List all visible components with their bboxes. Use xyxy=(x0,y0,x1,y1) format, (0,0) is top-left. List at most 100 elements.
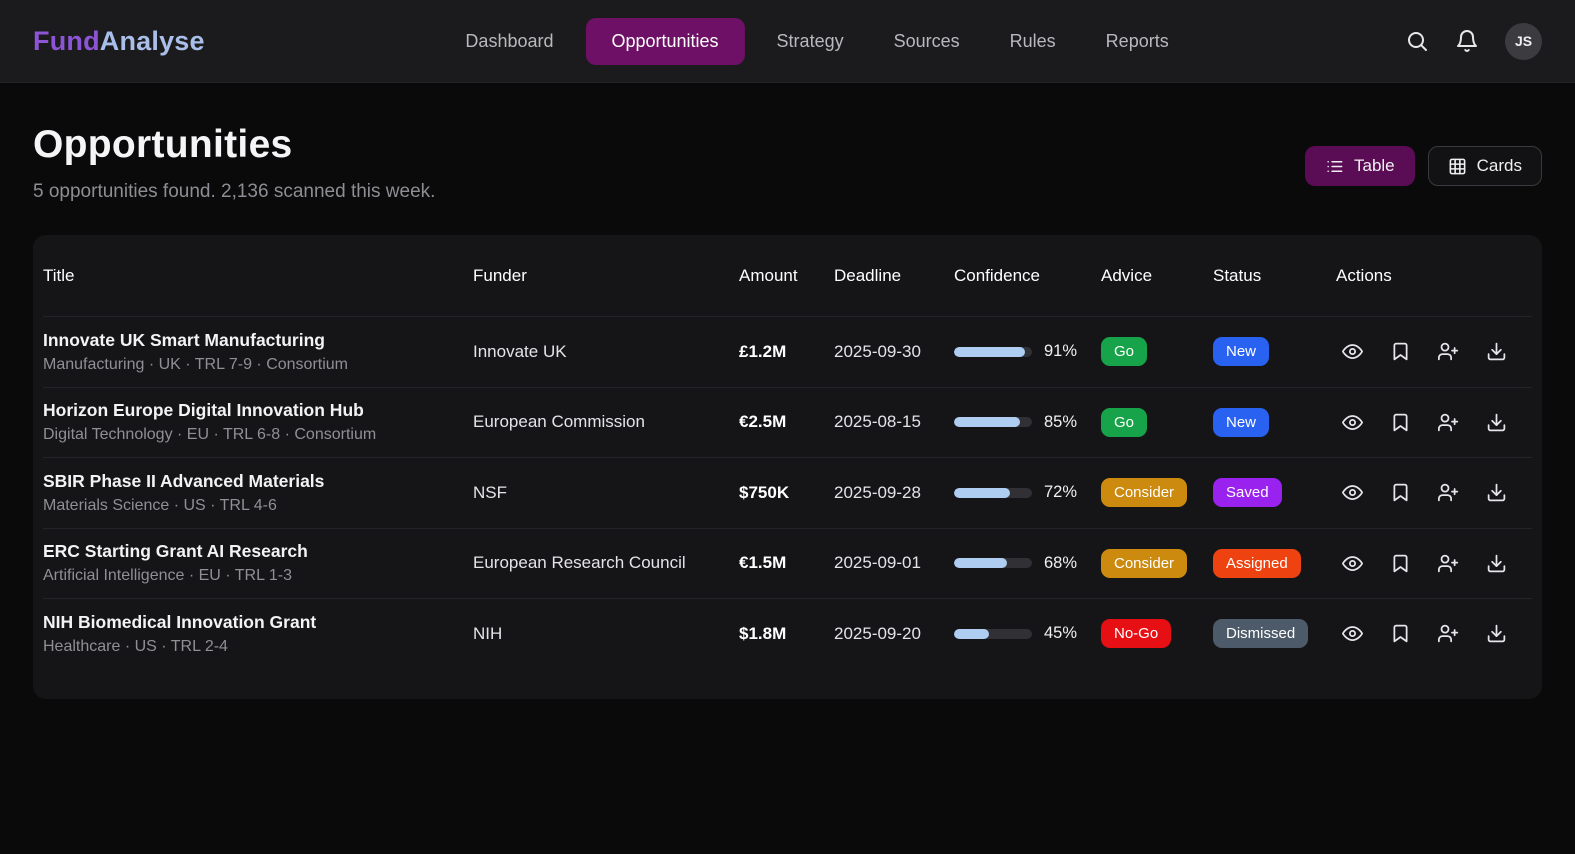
deadline-cell: 2025-09-28 xyxy=(834,483,954,503)
confidence-cell: 91% xyxy=(954,342,1101,361)
column-header-actions: Actions xyxy=(1336,266,1532,286)
download-icon[interactable] xyxy=(1486,623,1507,644)
nav-item-opportunities[interactable]: Opportunities xyxy=(585,18,744,65)
funder-cell: Innovate UK xyxy=(473,342,739,362)
confidence-bar-track xyxy=(954,347,1032,357)
amount-cell: $750K xyxy=(739,483,834,503)
eye-icon[interactable] xyxy=(1342,341,1363,362)
amount-cell: €1.5M xyxy=(739,553,834,573)
confidence-bar-track xyxy=(954,629,1032,639)
amount-cell: €2.5M xyxy=(739,412,834,432)
search-icon[interactable] xyxy=(1405,29,1429,53)
confidence-cell: 68% xyxy=(954,554,1101,573)
eye-icon[interactable] xyxy=(1342,482,1363,503)
table-row[interactable]: SBIR Phase II Advanced Materials Materia… xyxy=(43,457,1532,528)
table-row[interactable]: Horizon Europe Digital Innovation Hub Di… xyxy=(43,387,1532,458)
column-header-status: Status xyxy=(1213,266,1336,286)
page-header: Opportunities 5 opportunities found. 2,1… xyxy=(33,123,1542,203)
confidence-bar-track xyxy=(954,488,1032,498)
table-row[interactable]: ERC Starting Grant AI Research Artificia… xyxy=(43,528,1532,599)
column-header-deadline: Deadline xyxy=(834,266,954,286)
deadline-cell: 2025-08-15 xyxy=(834,412,954,432)
opportunity-title: Innovate UK Smart Manufacturing xyxy=(43,330,473,351)
nav-item-sources[interactable]: Sources xyxy=(876,19,978,64)
opportunity-meta: Manufacturing · UK · TRL 7-9 · Consortiu… xyxy=(43,356,473,374)
cards-view-button[interactable]: Cards xyxy=(1428,146,1542,186)
topbar-actions: JS xyxy=(1405,23,1542,60)
user-avatar[interactable]: JS xyxy=(1505,23,1542,60)
confidence-bar-fill xyxy=(954,417,1020,427)
download-icon[interactable] xyxy=(1486,553,1507,574)
deadline-cell: 2025-09-20 xyxy=(834,624,954,644)
table-view-label: Table xyxy=(1354,156,1395,176)
column-header-title: Title xyxy=(43,266,473,286)
confidence-bar-track xyxy=(954,417,1032,427)
user-plus-icon[interactable] xyxy=(1438,553,1459,574)
table-row[interactable]: Innovate UK Smart Manufacturing Manufact… xyxy=(43,316,1532,387)
download-icon[interactable] xyxy=(1486,412,1507,433)
table-view-button[interactable]: Table xyxy=(1305,146,1415,186)
bookmark-icon[interactable] xyxy=(1390,412,1411,433)
page-title: Opportunities xyxy=(33,123,435,167)
opportunities-table: Title Funder Amount Deadline Confidence … xyxy=(33,235,1542,699)
bookmark-icon[interactable] xyxy=(1390,341,1411,362)
funder-cell: NSF xyxy=(473,483,739,503)
nav-item-reports[interactable]: Reports xyxy=(1088,19,1187,64)
opportunity-title: SBIR Phase II Advanced Materials xyxy=(43,471,473,492)
opportunity-meta: Healthcare · US · TRL 2-4 xyxy=(43,638,473,656)
confidence-cell: 85% xyxy=(954,413,1101,432)
opportunity-meta: Materials Science · US · TRL 4-6 xyxy=(43,497,473,515)
status-badge: Assigned xyxy=(1213,549,1301,578)
download-icon[interactable] xyxy=(1486,341,1507,362)
confidence-bar-fill xyxy=(954,558,1007,568)
advice-badge: Consider xyxy=(1101,549,1187,578)
nav-item-rules[interactable]: Rules xyxy=(992,19,1074,64)
column-header-advice: Advice xyxy=(1101,266,1213,286)
status-badge: New xyxy=(1213,337,1269,366)
eye-icon[interactable] xyxy=(1342,412,1363,433)
cards-view-label: Cards xyxy=(1477,156,1522,176)
top-navigation-bar: FundAnalyse Dashboard Opportunities Stra… xyxy=(0,0,1575,83)
user-plus-icon[interactable] xyxy=(1438,482,1459,503)
funder-cell: European Research Council xyxy=(473,553,739,573)
user-plus-icon[interactable] xyxy=(1438,341,1459,362)
eye-icon[interactable] xyxy=(1342,623,1363,644)
user-plus-icon[interactable] xyxy=(1438,412,1459,433)
advice-badge: No-Go xyxy=(1101,619,1171,648)
row-actions xyxy=(1336,341,1532,362)
confidence-percent: 85% xyxy=(1044,413,1077,432)
bookmark-icon[interactable] xyxy=(1390,623,1411,644)
confidence-bar-fill xyxy=(954,488,1010,498)
amount-cell: $1.8M xyxy=(739,624,834,644)
advice-badge: Consider xyxy=(1101,478,1187,507)
opportunity-meta: Digital Technology · EU · TRL 6-8 · Cons… xyxy=(43,426,473,444)
confidence-percent: 68% xyxy=(1044,554,1077,573)
confidence-cell: 45% xyxy=(954,624,1101,643)
logo-text-analyse: Analyse xyxy=(100,26,205,56)
download-icon[interactable] xyxy=(1486,482,1507,503)
user-plus-icon[interactable] xyxy=(1438,623,1459,644)
nav-item-dashboard[interactable]: Dashboard xyxy=(447,19,571,64)
table-row[interactable]: NIH Biomedical Innovation Grant Healthca… xyxy=(43,598,1532,669)
column-header-amount: Amount xyxy=(739,266,834,286)
status-badge: Saved xyxy=(1213,478,1282,507)
deadline-cell: 2025-09-01 xyxy=(834,553,954,573)
deadline-cell: 2025-09-30 xyxy=(834,342,954,362)
row-actions xyxy=(1336,623,1532,644)
opportunity-title: Horizon Europe Digital Innovation Hub xyxy=(43,400,473,421)
bell-icon[interactable] xyxy=(1455,29,1479,53)
row-actions xyxy=(1336,482,1532,503)
amount-cell: £1.2M xyxy=(739,342,834,362)
funder-cell: NIH xyxy=(473,624,739,644)
status-badge: Dismissed xyxy=(1213,619,1308,648)
confidence-bar-fill xyxy=(954,629,989,639)
table-header-row: Title Funder Amount Deadline Confidence … xyxy=(43,235,1532,316)
nav-item-strategy[interactable]: Strategy xyxy=(759,19,862,64)
opportunity-meta: Artificial Intelligence · EU · TRL 1-3 xyxy=(43,567,473,585)
eye-icon[interactable] xyxy=(1342,553,1363,574)
bookmark-icon[interactable] xyxy=(1390,482,1411,503)
column-header-confidence: Confidence xyxy=(954,266,1101,286)
confidence-cell: 72% xyxy=(954,483,1101,502)
bookmark-icon[interactable] xyxy=(1390,553,1411,574)
logo-text-fund: Fund xyxy=(33,26,100,56)
